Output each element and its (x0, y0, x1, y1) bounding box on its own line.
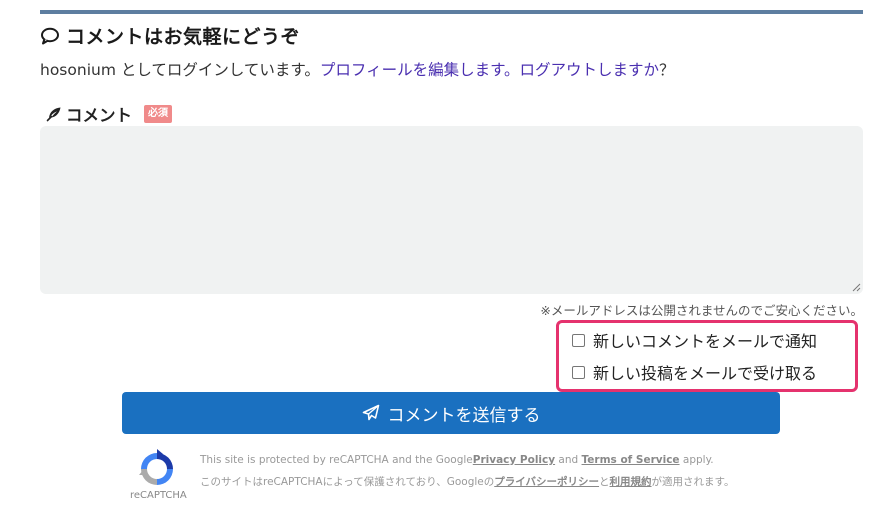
recaptcha-label: reCAPTCHA (130, 490, 187, 501)
recaptcha-notice-ja: このサイトはreCAPTCHAによって保護されており、Googleのプライバシー… (200, 476, 735, 488)
terms-of-service-link[interactable]: Terms of Service (582, 454, 680, 466)
notify-posts-label: 新しい投稿をメールで受け取る (593, 364, 818, 383)
resize-grip-icon[interactable] (851, 282, 861, 292)
submit-label: コメントを送信する (387, 405, 541, 426)
comment-textarea[interactable] (40, 126, 863, 294)
terms-link-ja[interactable]: 利用規約 (610, 476, 652, 488)
submit-comment-button[interactable]: コメントを送信する (122, 392, 780, 434)
speech-bubble-icon (41, 27, 59, 44)
paper-plane-icon (362, 404, 379, 421)
feather-icon (46, 107, 61, 122)
comment-label: コメント (66, 106, 132, 125)
privacy-policy-link[interactable]: Privacy Policy (473, 454, 555, 466)
edit-profile-link[interactable]: プロフィールを編集します。 (320, 61, 520, 79)
email-privacy-note: ※メールアドレスは公開されませんのでご安心ください。 (540, 303, 863, 318)
logout-link[interactable]: ログアウトしますか (520, 61, 660, 79)
logout-suffix: ？ (659, 61, 675, 79)
login-status: hosonium としてログインしています。プロフィールを編集します。ログアウト… (40, 58, 675, 80)
comment-section-heading: コメントはお気軽にどうぞ (40, 22, 300, 49)
login-user-text: hosonium としてログインしています。 (40, 61, 320, 79)
notify-posts-option[interactable]: 新しい投稿をメールで受け取る (572, 360, 817, 384)
recaptcha-notice-en: This site is protected by reCAPTCHA and … (200, 454, 714, 466)
section-top-rule (40, 10, 863, 14)
recaptcha-logo-icon (139, 449, 173, 485)
page-title: コメントはお気軽にどうぞ (66, 26, 301, 48)
required-badge: 必須 (144, 105, 172, 123)
notify-comments-option[interactable]: 新しいコメントをメールで通知 (572, 328, 817, 352)
comment-label-row: コメント 必須 (46, 102, 172, 126)
notify-comments-label: 新しいコメントをメールで通知 (593, 332, 818, 351)
notify-comments-checkbox[interactable] (572, 333, 585, 347)
privacy-policy-link-ja[interactable]: プライバシーポリシー (494, 476, 599, 488)
notify-posts-checkbox[interactable] (572, 365, 585, 379)
